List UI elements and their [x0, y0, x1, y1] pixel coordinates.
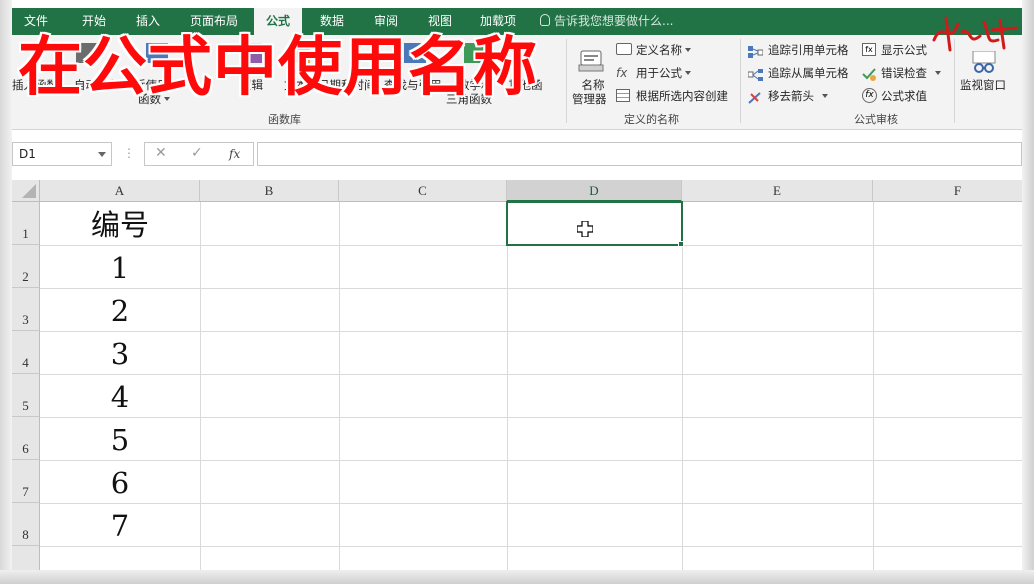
group-label-function-library: 函数库 — [268, 113, 301, 126]
create-from-selection-button[interactable]: 根据所选内容创建 — [636, 88, 728, 104]
window-bottom-edge — [0, 570, 1034, 584]
row-header-4[interactable]: 4 — [12, 331, 40, 374]
create-from-selection-icon — [616, 89, 630, 102]
define-name-button[interactable]: 定义名称 — [636, 42, 691, 58]
row-header-5[interactable]: 5 — [12, 374, 40, 417]
error-checking-button[interactable]: 错误检查 — [881, 65, 941, 81]
watch-window-icon — [970, 50, 998, 73]
formula-bar-splitter[interactable]: ⋮ — [123, 146, 135, 160]
gridline — [200, 202, 201, 570]
chevron-down-icon[interactable] — [98, 152, 106, 157]
show-formulas-icon: fx — [862, 43, 876, 56]
trace-dependents-icon — [747, 66, 763, 81]
column-header-d[interactable]: D — [507, 180, 682, 202]
cell-a6[interactable]: 5 — [40, 419, 200, 461]
cell-a4[interactable]: 3 — [40, 333, 200, 375]
row-header-3[interactable]: 3 — [12, 288, 40, 331]
gridline — [507, 202, 508, 570]
trace-precedents-icon — [748, 43, 764, 58]
name-box-value: D1 — [19, 147, 36, 161]
select-all-button[interactable] — [12, 180, 40, 202]
row-header-1[interactable]: 1 — [12, 202, 40, 245]
cell-a1[interactable]: 编号 — [40, 204, 200, 246]
gridline — [682, 202, 683, 570]
cell-a8[interactable]: 7 — [40, 505, 200, 547]
evaluate-formula-icon: fx — [862, 88, 877, 103]
excel-window: 文件 开始 插入 页面布局 公式 数据 审阅 视图 加载项 告诉我您想要做什么.… — [0, 0, 1034, 584]
row-header-9[interactable] — [12, 546, 40, 570]
watch-window-button[interactable]: 监视窗口 — [960, 77, 1006, 93]
group-label-formula-auditing: 公式审核 — [854, 113, 898, 126]
tell-me-box[interactable]: 告诉我您想要做什么... — [540, 8, 673, 35]
show-formulas-button[interactable]: 显示公式 — [881, 42, 927, 58]
cell-a2[interactable]: 1 — [40, 247, 200, 289]
fill-handle[interactable] — [678, 241, 684, 247]
gridline — [339, 202, 340, 570]
column-header-c[interactable]: C — [339, 180, 507, 202]
formula-input[interactable] — [257, 142, 1022, 166]
window-right-edge — [1022, 0, 1034, 584]
cell-cursor-icon — [576, 220, 594, 241]
worksheet-grid: A B C D E F 1 2 3 4 5 6 7 8 编号 1 2 3 4 5 — [12, 180, 1022, 570]
cell-a3[interactable]: 2 — [40, 290, 200, 332]
trace-dependents-button[interactable]: 追踪从属单元格 — [768, 65, 849, 81]
row-header-2[interactable]: 2 — [12, 245, 40, 288]
trace-precedents-button[interactable]: 追踪引用单元格 — [768, 42, 849, 58]
evaluate-formula-button[interactable]: 公式求值 — [881, 88, 927, 104]
row-header-8[interactable]: 8 — [12, 503, 40, 546]
remove-arrows-button[interactable]: 移去箭头 — [768, 88, 828, 104]
define-name-icon — [616, 43, 632, 55]
remove-arrows-icon — [748, 89, 763, 104]
cell-a7[interactable]: 6 — [40, 462, 200, 504]
error-checking-icon — [862, 66, 876, 81]
name-box[interactable]: D1 — [12, 142, 112, 166]
cancel-icon[interactable]: ✕ — [155, 145, 167, 161]
formula-bar-buttons: ✕ ✓ fx — [144, 142, 254, 166]
window-left-edge — [0, 0, 12, 584]
lightbulb-icon — [540, 14, 550, 26]
signature-logo — [928, 10, 1020, 54]
active-cell-d1[interactable] — [506, 201, 683, 246]
formula-bar: D1 ⋮ ✕ ✓ fx — [12, 130, 1022, 180]
row-header-7[interactable]: 7 — [12, 460, 40, 503]
tell-me-text: 告诉我您想要做什么... — [554, 14, 674, 28]
cell-a5[interactable]: 4 — [40, 376, 200, 418]
use-in-formula-button[interactable]: 用于公式 — [636, 65, 691, 81]
column-header-f[interactable]: F — [873, 180, 1022, 202]
group-separator — [740, 39, 741, 123]
column-header-a[interactable]: A — [40, 180, 200, 202]
enter-icon[interactable]: ✓ — [191, 145, 203, 161]
row-header-6[interactable]: 6 — [12, 417, 40, 460]
group-separator — [566, 39, 567, 123]
group-label-defined-names: 定义的名称 — [624, 113, 679, 126]
name-manager-icon — [578, 49, 604, 73]
column-header-e[interactable]: E — [682, 180, 873, 202]
name-manager-label-b: 管理器 — [572, 92, 607, 106]
gridline — [873, 202, 874, 570]
overlay-title: 在公式中使用名称 — [18, 31, 538, 105]
insert-function-icon[interactable]: fx — [229, 147, 240, 161]
column-header-b[interactable]: B — [200, 180, 339, 202]
use-in-formula-icon: fx — [616, 66, 628, 80]
